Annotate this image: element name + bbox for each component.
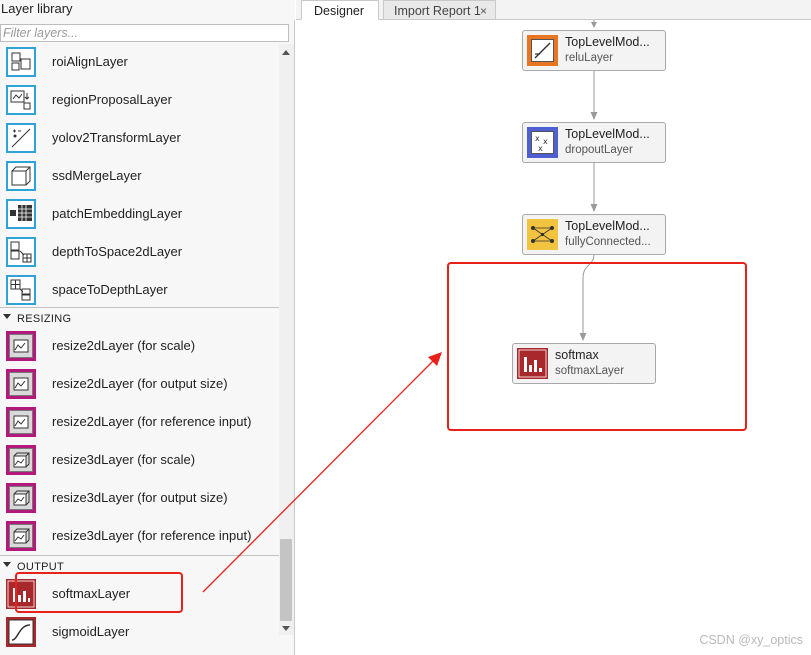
tab-designer[interactable]: Designer [301,0,379,20]
scroll-up-icon[interactable] [282,50,290,55]
node-type: reluLayer [565,52,613,64]
scroll-down-icon[interactable] [282,626,290,631]
layer-library-panel: Layer library Filter layers... roiAlignL… [0,0,295,655]
panel-title: Layer library [0,0,295,20]
item-label: resize2dLayer (for reference input) [52,414,252,429]
network-node-softmax[interactable]: softmax softmaxLayer [512,343,656,384]
list-item[interactable]: resize2dLayer (for scale) [0,328,279,366]
list-item[interactable]: patchEmbeddingLayer [0,196,279,234]
connection-lines [579,20,598,341]
item-label: yolov2TransformLayer [52,130,181,145]
divider [0,555,279,556]
list-item[interactable]: sigmoidLayer [0,614,279,652]
resize-3d-icon [6,445,36,475]
network-node[interactable]: TopLevelMod... fullyConnected... [522,214,666,255]
node-type: dropoutLayer [565,144,633,156]
list-item[interactable]: roiAlignLayer [0,44,279,82]
section-header-resizing[interactable]: RESIZING [0,310,279,328]
item-label: resize3dLayer (for scale) [52,452,196,467]
item-label: sigmoidLayer [52,624,130,639]
list-item[interactable]: resize3dLayer (for output size) [0,480,279,518]
resize-3d-icon [6,521,36,551]
item-label: ssdMergeLayer [52,168,142,183]
relu-icon [527,35,558,66]
scrollbar[interactable] [279,44,294,635]
ssd-merge-icon [6,161,36,191]
item-label: spaceToDepthLayer [52,282,168,297]
list-item[interactable]: resize3dLayer (for scale) [0,442,279,480]
collapse-arrow-icon [3,562,11,567]
item-label: resize3dLayer (for output size) [52,490,228,505]
list-item[interactable]: spaceToDepthLayer [0,272,279,310]
item-label: softmaxLayer [52,586,131,601]
item-label: patchEmbeddingLayer [52,206,183,221]
item-label: resize2dLayer (for scale) [52,338,196,353]
list-item[interactable]: resize2dLayer (for output size) [0,366,279,404]
item-label: roiAlignLayer [52,54,128,69]
item-label: depthToSpace2dLayer [52,244,183,259]
resize-3d-icon [6,483,36,513]
resize-2d-icon [6,407,36,437]
list-item[interactable]: resize3dLayer (for reference input) [0,518,279,556]
item-label: resize2dLayer (for output size) [52,376,228,391]
network-node[interactable]: xxx TopLevelMod... dropoutLayer [522,122,666,163]
filter-input[interactable]: Filter layers... [0,24,289,42]
softmax-icon [517,348,548,379]
node-title: TopLevelMod... [565,219,650,233]
divider [0,307,279,308]
roi-align-icon [6,47,36,77]
node-type: fullyConnected... [565,236,651,248]
resize-2d-icon [6,369,36,399]
designer-area: Designer Import Report 1 × TopLevelMod..… [296,0,811,655]
svg-text:x: x [543,137,548,146]
patch-embedding-icon [6,199,36,229]
network-node[interactable]: TopLevelMod... reluLayer [522,30,666,71]
node-type: softmaxLayer [555,365,625,377]
svg-text:x: x [535,134,540,143]
list-item[interactable]: ssdMergeLayer [0,158,279,196]
tab-import-report[interactable]: Import Report 1 × [383,0,496,20]
dropout-icon: xxx [527,127,558,158]
list-item-softmax[interactable]: softmaxLayer [0,576,279,614]
list-item[interactable]: yolov2TransformLayer [0,120,279,158]
list-item[interactable]: depthToSpace2dLayer [0,234,279,272]
scroll-thumb[interactable] [280,539,292,621]
list-item[interactable]: resize2dLayer (for reference input) [0,404,279,442]
node-title: TopLevelMod... [565,127,650,141]
softmax-icon [6,579,36,609]
resize-2d-icon [6,331,36,361]
close-icon[interactable]: × [480,1,487,21]
list-item[interactable]: regionProposalLayer [0,82,279,120]
layer-list: roiAlignLayer regionProposalLayer yolov2… [0,44,279,655]
node-title: softmax [555,348,599,362]
yolov2-transform-icon [6,123,36,153]
item-label: resize3dLayer (for reference input) [52,528,252,543]
depth-to-space-icon [6,237,36,267]
node-title: TopLevelMod... [565,35,650,49]
region-proposal-icon [6,85,36,115]
svg-text:x: x [538,144,543,153]
fully-connected-icon [527,219,558,250]
item-label: regionProposalLayer [52,92,172,107]
sigmoid-icon [6,617,36,647]
network-canvas[interactable]: TopLevelMod... reluLayer xxx TopLevelMod… [296,20,811,655]
collapse-arrow-icon [3,314,11,319]
space-to-depth-icon [6,275,36,305]
watermark: CSDN @xy_optics [699,633,803,647]
tab-bar: Designer Import Report 1 × [296,0,811,20]
section-header-output[interactable]: OUTPUT [0,558,279,576]
